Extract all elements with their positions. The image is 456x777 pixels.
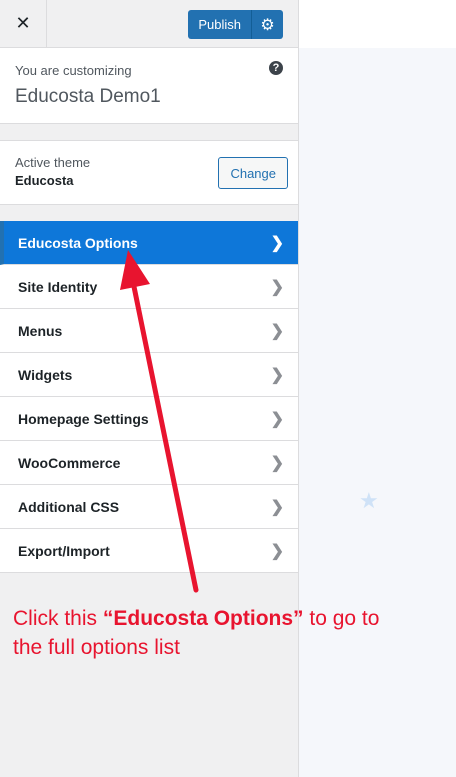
menu-item-label: Additional CSS — [18, 498, 120, 515]
chevron-right-icon: ❯ — [270, 366, 284, 384]
publish-button[interactable]: Publish — [188, 10, 252, 39]
menu-item-export-import[interactable]: Export/Import ❯ — [0, 529, 298, 573]
menu-item-widgets[interactable]: Widgets ❯ — [0, 353, 298, 397]
menu-item-site-identity[interactable]: Site Identity ❯ — [0, 265, 298, 309]
publish-settings-button[interactable]: ⚙ — [252, 10, 283, 39]
active-theme-name: Educosta — [15, 173, 74, 188]
active-theme-panel: Active theme Educosta Change — [0, 140, 298, 205]
menu-item-label: Site Identity — [18, 278, 98, 295]
chevron-right-icon: ❯ — [270, 454, 284, 472]
close-button[interactable]: ✕ — [0, 0, 47, 47]
menu-item-educosta-options[interactable]: Educosta Options ❯ — [0, 221, 298, 265]
annotation-text: Click this “Educosta Options” to go to t… — [13, 604, 393, 662]
annotation-prefix: Click this — [13, 607, 103, 630]
question-icon[interactable]: ? — [269, 61, 283, 75]
chevron-right-icon: ❯ — [270, 498, 284, 516]
preview-area — [299, 0, 456, 48]
chevron-right-icon: ❯ — [270, 542, 284, 560]
gear-icon: ⚙ — [260, 16, 275, 34]
menu-item-woocommerce[interactable]: WooCommerce ❯ — [0, 441, 298, 485]
menu-item-additional-css[interactable]: Additional CSS ❯ — [0, 485, 298, 529]
menu-item-label: Widgets — [18, 366, 73, 383]
customizing-label: You are customizing — [15, 63, 132, 78]
chevron-right-icon: ❯ — [270, 278, 284, 296]
customize-info: You are customizing Educosta Demo1 ? — [0, 48, 298, 124]
publish-group: Publish ⚙ — [188, 10, 283, 39]
customizer-menu: Educosta Options ❯ Site Identity ❯ Menus… — [0, 221, 298, 573]
close-icon: ✕ — [15, 13, 31, 33]
menu-item-label: Menus — [18, 322, 63, 339]
menu-item-menus[interactable]: Menus ❯ — [0, 309, 298, 353]
chevron-right-icon: ❯ — [270, 234, 284, 252]
menu-item-label: Educosta Options — [18, 234, 138, 251]
customizer-header: ✕ Publish ⚙ — [0, 0, 298, 48]
change-theme-button[interactable]: Change — [218, 157, 288, 189]
annotation-highlight: “Educosta Options” — [102, 607, 304, 630]
menu-item-label: Homepage Settings — [18, 410, 149, 427]
chevron-right-icon: ❯ — [270, 410, 284, 428]
active-theme-label: Active theme — [15, 155, 91, 170]
site-title: Educosta Demo1 — [15, 86, 161, 107]
menu-item-label: Export/Import — [18, 542, 110, 559]
menu-item-label: WooCommerce — [18, 454, 121, 471]
menu-item-homepage-settings[interactable]: Homepage Settings ❯ — [0, 397, 298, 441]
star-icon: ★ — [359, 488, 379, 513]
chevron-right-icon: ❯ — [270, 322, 284, 340]
